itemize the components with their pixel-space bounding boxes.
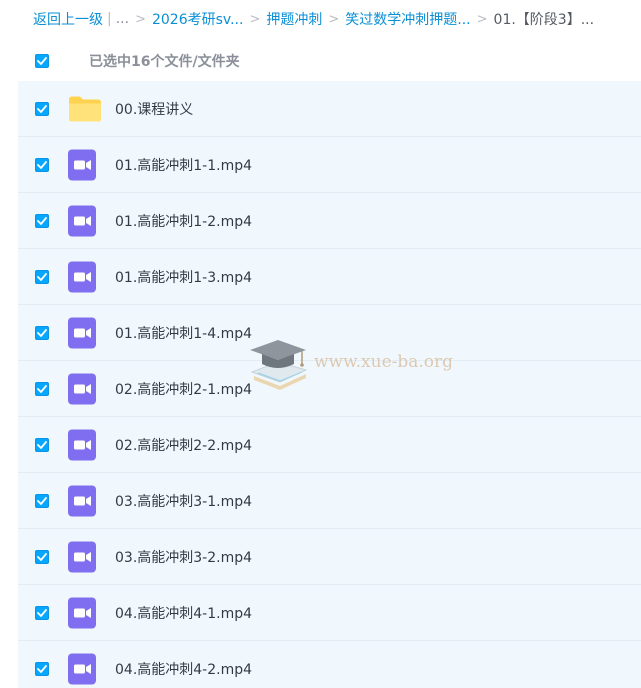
chevron-right-icon: >: [328, 11, 340, 27]
back-link[interactable]: 返回上一级: [33, 9, 103, 29]
check-icon: [37, 664, 47, 673]
video-file-icon: [68, 485, 96, 516]
select-all-checkbox[interactable]: [35, 54, 49, 68]
video-file-icon: [68, 317, 96, 348]
check-icon: [37, 104, 47, 113]
file-row[interactable]: 00.课程讲义: [18, 81, 641, 137]
file-name[interactable]: 03.高能冲刺3-2.mp4: [115, 547, 252, 567]
breadcrumb-item-math[interactable]: 笑过数学冲刺押题...: [345, 9, 470, 29]
check-icon: [37, 216, 47, 225]
check-icon: [37, 440, 47, 449]
check-icon: [37, 272, 47, 281]
breadcrumb: 返回上一级 | ... > 2026考研sv... > 押题冲刺 > 笑过数学冲…: [33, 9, 594, 29]
breadcrumb-item-yati[interactable]: 押题冲刺: [266, 9, 322, 29]
file-name[interactable]: 01.高能冲刺1-2.mp4: [115, 211, 252, 231]
folder-icon: [68, 95, 102, 122]
check-icon: [37, 496, 47, 505]
video-file-icon: [68, 541, 96, 572]
file-list: 00.课程讲义 01.高能冲刺1-1.mp4 01.高能冲刺1-2.mp4 01.高能…: [18, 81, 641, 688]
video-file-icon: [68, 429, 96, 460]
file-name[interactable]: 02.高能冲刺2-2.mp4: [115, 435, 252, 455]
breadcrumb-ellipsis[interactable]: ...: [116, 11, 129, 27]
row-checkbox[interactable]: [35, 661, 49, 676]
video-file-icon: [68, 653, 96, 684]
file-name[interactable]: 00.课程讲义: [115, 99, 193, 119]
row-checkbox[interactable]: [35, 325, 49, 340]
row-checkbox[interactable]: [35, 269, 49, 284]
breadcrumb-item-2026[interactable]: 2026考研sv...: [152, 9, 243, 29]
file-row[interactable]: 01.高能冲刺1-2.mp4: [18, 193, 641, 249]
file-row[interactable]: 03.高能冲刺3-2.mp4: [18, 529, 641, 585]
file-name[interactable]: 04.高能冲刺4-1.mp4: [115, 603, 252, 623]
row-checkbox[interactable]: [35, 101, 49, 116]
check-icon: [37, 328, 47, 337]
file-row[interactable]: 04.高能冲刺4-1.mp4: [18, 585, 641, 641]
video-file-icon: [68, 373, 96, 404]
file-row[interactable]: 03.高能冲刺3-1.mp4: [18, 473, 641, 529]
row-checkbox[interactable]: [35, 437, 49, 452]
selection-header: 已选中16个文件/文件夹: [18, 42, 641, 80]
file-row[interactable]: 04.高能冲刺4-2.mp4: [18, 641, 641, 688]
file-row[interactable]: 02.高能冲刺2-2.mp4: [18, 417, 641, 473]
check-icon: [37, 384, 47, 393]
selection-count: 已选中16个文件/文件夹: [89, 54, 240, 70]
video-file-icon: [68, 261, 96, 292]
file-name[interactable]: 01.高能冲刺1-1.mp4: [115, 155, 252, 175]
file-row[interactable]: 02.高能冲刺2-1.mp4: [18, 361, 641, 417]
chevron-right-icon: >: [135, 11, 146, 27]
file-row[interactable]: 01.高能冲刺1-1.mp4: [18, 137, 641, 193]
check-icon: [37, 608, 47, 617]
row-checkbox[interactable]: [35, 381, 49, 396]
file-name[interactable]: 04.高能冲刺4-2.mp4: [115, 659, 252, 679]
chevron-right-icon: >: [249, 11, 261, 27]
file-row[interactable]: 01.高能冲刺1-4.mp4: [18, 305, 641, 361]
check-icon: [37, 552, 47, 561]
file-name[interactable]: 03.高能冲刺3-1.mp4: [115, 491, 252, 511]
check-icon: [37, 57, 47, 65]
row-checkbox[interactable]: [35, 493, 49, 508]
file-browser: 返回上一级 | ... > 2026考研sv... > 押题冲刺 > 笑过数学冲…: [0, 0, 641, 688]
video-file-icon: [68, 149, 96, 180]
file-name[interactable]: 01.高能冲刺1-3.mp4: [115, 267, 252, 287]
breadcrumb-current: 01.【阶段3】...: [493, 12, 595, 28]
video-file-icon: [68, 205, 96, 236]
row-checkbox[interactable]: [35, 605, 49, 620]
row-checkbox[interactable]: [35, 213, 49, 228]
file-row[interactable]: 01.高能冲刺1-3.mp4: [18, 249, 641, 305]
check-icon: [37, 160, 47, 169]
chevron-right-icon: >: [476, 11, 488, 27]
breadcrumb-divider: |: [107, 11, 112, 27]
row-checkbox[interactable]: [35, 549, 49, 564]
video-file-icon: [68, 597, 96, 628]
file-name[interactable]: 02.高能冲刺2-1.mp4: [115, 379, 252, 399]
file-name[interactable]: 01.高能冲刺1-4.mp4: [115, 323, 252, 343]
row-checkbox[interactable]: [35, 157, 49, 172]
